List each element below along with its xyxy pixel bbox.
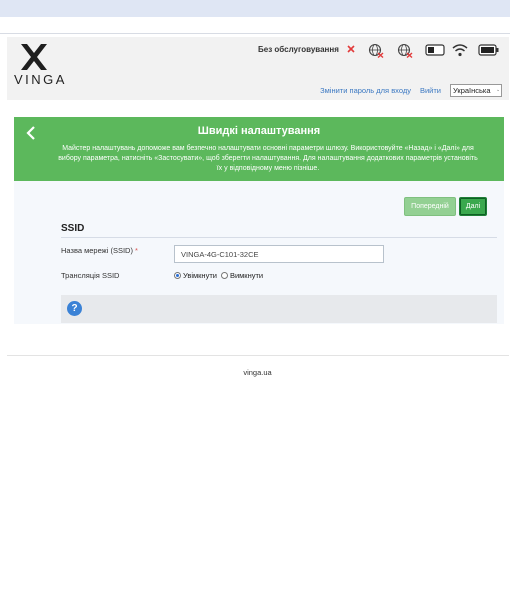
required-mark: * [135,246,138,255]
battery-icon [478,44,499,56]
footer-divider [7,355,509,356]
language-select[interactable]: Українська [450,84,502,97]
network-name-label: Назва мережі (SSID) * [61,246,138,255]
header-links: Змінити пароль для входу Вийти Українськ… [320,84,502,97]
wifi-icon [452,44,468,57]
section-divider [61,237,497,238]
network-off-icon [368,43,384,58]
broadcast-off-radio[interactable] [220,272,228,279]
ssid-section-title: SSID [61,223,85,234]
chevron-down-icon [496,89,499,92]
browser-chrome-strip [0,17,510,34]
ssid-input[interactable] [174,245,384,263]
ssid-broadcast-options: Увімкнути Вимкнути [174,271,263,280]
network-name-label-text: Назва мережі (SSID) [61,246,133,255]
next-button[interactable]: Далі [459,197,487,216]
sd-card-icon [425,44,445,56]
vinga-logo-icon [21,44,47,70]
wizard-panel: Попередній Далі SSID Назва мережі (SSID)… [14,181,504,324]
help-box: ? [61,295,497,323]
wizard-banner: Швидкі налаштування Майстер налаштувань … [14,117,504,181]
wizard-title: Швидкі налаштування [197,125,321,137]
sim-error-icon [347,45,355,53]
internet-off-icon [397,43,413,58]
ssid-broadcast-label: Трансляція SSID [61,271,120,280]
broadcast-on-radio[interactable] [174,272,181,279]
logout-link[interactable]: Вийти [420,86,441,95]
broadcast-on-label[interactable]: Увімкнути [183,271,217,280]
wizard-description: Майстер налаштувань допоможе вам безпечн… [58,145,478,172]
browser-chrome-top [0,0,510,17]
previous-button[interactable]: Попередній [404,197,456,216]
footer-text: vinga.ua [243,368,272,377]
language-selected-value: Українська [453,86,491,95]
service-status-text: Без обслуговування [258,45,339,54]
help-icon[interactable]: ? [67,301,82,316]
change-password-link[interactable]: Змінити пароль для входу [320,86,411,95]
logo-text: VINGA [14,72,67,87]
broadcast-off-label[interactable]: Вимкнути [230,271,263,280]
